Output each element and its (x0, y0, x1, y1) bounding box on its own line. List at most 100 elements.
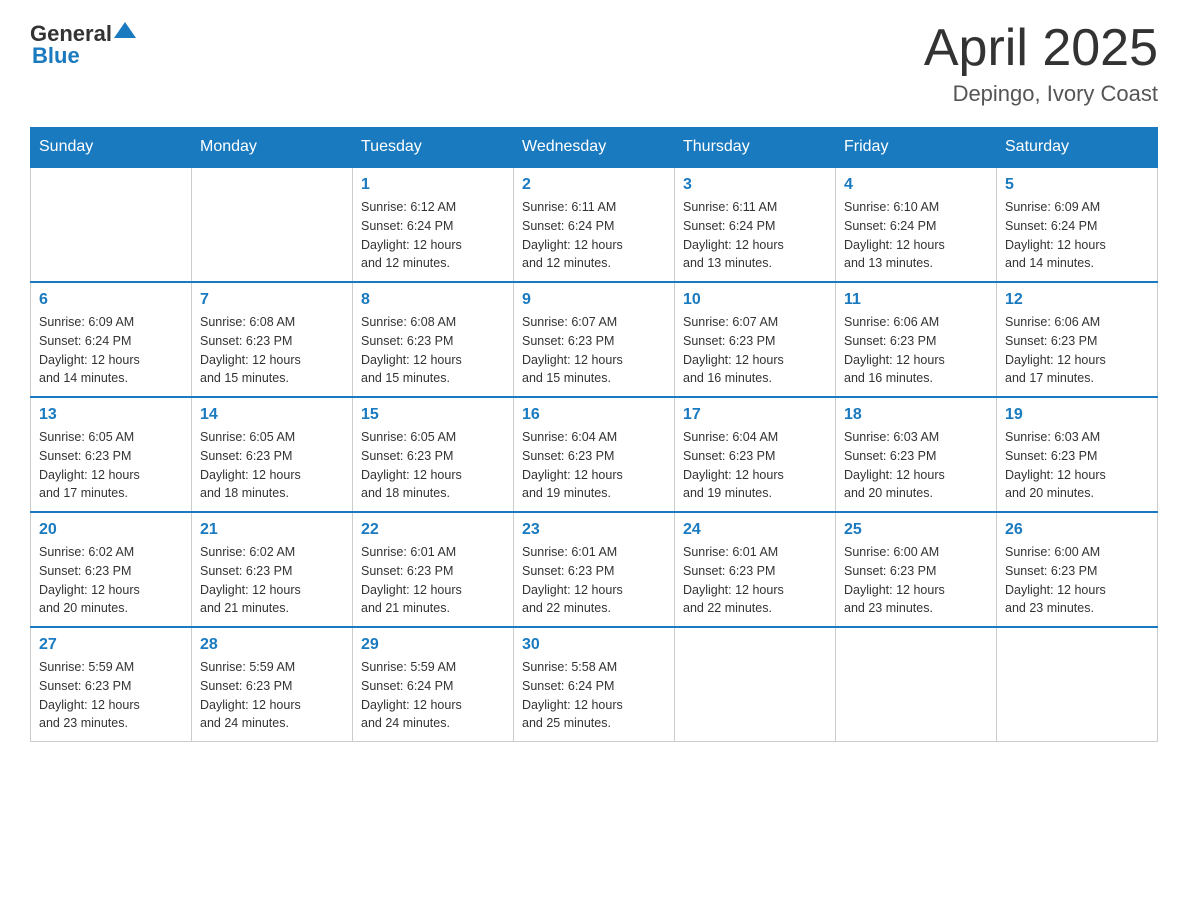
cell-day-number: 16 (522, 406, 666, 424)
cell-info-text: Sunrise: 6:03 AMSunset: 6:23 PMDaylight:… (844, 428, 988, 503)
cell-info-text: Sunrise: 6:08 AMSunset: 6:23 PMDaylight:… (361, 313, 505, 388)
calendar-cell: 16 Sunrise: 6:04 AMSunset: 6:23 PMDayligh… (514, 397, 675, 512)
calendar-cell: 20 Sunrise: 6:02 AMSunset: 6:23 PMDayligh… (31, 512, 192, 627)
calendar-table: SundayMondayTuesdayWednesdayThursdayFrid… (30, 127, 1158, 742)
cell-day-number: 17 (683, 406, 827, 424)
cell-info-text: Sunrise: 5:59 AMSunset: 6:24 PMDaylight:… (361, 658, 505, 733)
cell-info-text: Sunrise: 5:59 AMSunset: 6:23 PMDaylight:… (39, 658, 183, 733)
cell-day-number: 27 (39, 636, 183, 654)
calendar-cell: 30 Sunrise: 5:58 AMSunset: 6:24 PMDayligh… (514, 627, 675, 742)
cell-day-number: 5 (1005, 176, 1149, 194)
cell-day-number: 12 (1005, 291, 1149, 309)
cell-info-text: Sunrise: 5:58 AMSunset: 6:24 PMDaylight:… (522, 658, 666, 733)
calendar-cell (675, 627, 836, 742)
calendar-week-row: 13Sunrise: 6:05 AMSunset: 6:23 PMDayligh… (31, 397, 1158, 512)
cell-info-text: Sunrise: 6:07 AMSunset: 6:23 PMDaylight:… (683, 313, 827, 388)
calendar-cell: 5Sunrise: 6:09 AMSunset: 6:24 PMDaylight… (997, 167, 1158, 282)
cell-info-text: Sunrise: 6:05 AMSunset: 6:23 PMDaylight:… (39, 428, 183, 503)
cell-day-number: 19 (1005, 406, 1149, 424)
cell-info-text: Sunrise: 6:07 AMSunset: 6:23 PMDaylight:… (522, 313, 666, 388)
calendar-cell: 17 Sunrise: 6:04 AMSunset: 6:23 PMDayligh… (675, 397, 836, 512)
cell-day-number: 23 (522, 521, 666, 539)
location: Depingo, Ivory Coast (924, 81, 1158, 107)
cell-info-text: Sunrise: 6:11 AMSunset: 6:24 PMDaylight:… (683, 198, 827, 273)
cell-info-text: Sunrise: 6:12 AMSunset: 6:24 PMDaylight:… (361, 198, 505, 273)
calendar-cell: 27 Sunrise: 5:59 AMSunset: 6:23 PMDayligh… (31, 627, 192, 742)
calendar-cell: 25 Sunrise: 6:00 AMSunset: 6:23 PMDayligh… (836, 512, 997, 627)
cell-day-number: 15 (361, 406, 505, 424)
cell-info-text: Sunrise: 6:00 AMSunset: 6:23 PMDaylight:… (1005, 543, 1149, 618)
page-header: General Blue April 2025 Depingo, Ivory C… (30, 20, 1158, 107)
cell-day-number: 18 (844, 406, 988, 424)
cell-day-number: 14 (200, 406, 344, 424)
cell-day-number: 3 (683, 176, 827, 194)
cell-day-number: 29 (361, 636, 505, 654)
cell-info-text: Sunrise: 6:05 AMSunset: 6:23 PMDaylight:… (361, 428, 505, 503)
calendar-cell: 22Sunrise: 6:01 AMSunset: 6:23 PMDayligh… (353, 512, 514, 627)
cell-day-number: 30 (522, 636, 666, 654)
calendar-cell: 10 Sunrise: 6:07 AMSunset: 6:23 PMDayligh… (675, 282, 836, 397)
cell-info-text: Sunrise: 6:08 AMSunset: 6:23 PMDaylight:… (200, 313, 344, 388)
calendar-cell: 12Sunrise: 6:06 AMSunset: 6:23 PMDayligh… (997, 282, 1158, 397)
cell-info-text: Sunrise: 6:02 AMSunset: 6:23 PMDaylight:… (39, 543, 183, 618)
calendar-header-wednesday: Wednesday (514, 128, 675, 168)
cell-info-text: Sunrise: 6:04 AMSunset: 6:23 PMDaylight:… (683, 428, 827, 503)
calendar-header-row: SundayMondayTuesdayWednesdayThursdayFrid… (31, 128, 1158, 168)
cell-day-number: 1 (361, 176, 505, 194)
calendar-cell: 2 Sunrise: 6:11 AMSunset: 6:24 PMDaylight… (514, 167, 675, 282)
cell-day-number: 20 (39, 521, 183, 539)
calendar-cell: 11 Sunrise: 6:06 AMSunset: 6:23 PMDayligh… (836, 282, 997, 397)
calendar-cell (192, 167, 353, 282)
cell-info-text: Sunrise: 6:00 AMSunset: 6:23 PMDaylight:… (844, 543, 988, 618)
cell-day-number: 2 (522, 176, 666, 194)
cell-info-text: Sunrise: 6:01 AMSunset: 6:23 PMDaylight:… (683, 543, 827, 618)
title-section: April 2025 Depingo, Ivory Coast (924, 20, 1158, 107)
calendar-cell: 19 Sunrise: 6:03 AMSunset: 6:23 PMDayligh… (997, 397, 1158, 512)
calendar-cell (836, 627, 997, 742)
calendar-cell: 23 Sunrise: 6:01 AMSunset: 6:23 PMDayligh… (514, 512, 675, 627)
cell-info-text: Sunrise: 6:01 AMSunset: 6:23 PMDaylight:… (522, 543, 666, 618)
calendar-cell: 7Sunrise: 6:08 AMSunset: 6:23 PMDaylight… (192, 282, 353, 397)
cell-day-number: 28 (200, 636, 344, 654)
calendar-cell: 8Sunrise: 6:08 AMSunset: 6:23 PMDaylight… (353, 282, 514, 397)
cell-info-text: Sunrise: 6:04 AMSunset: 6:23 PMDaylight:… (522, 428, 666, 503)
cell-day-number: 4 (844, 176, 988, 194)
cell-day-number: 24 (683, 521, 827, 539)
calendar-cell: 26 Sunrise: 6:00 AMSunset: 6:23 PMDayligh… (997, 512, 1158, 627)
cell-day-number: 9 (522, 291, 666, 309)
cell-info-text: Sunrise: 5:59 AMSunset: 6:23 PMDaylight:… (200, 658, 344, 733)
calendar-cell: 14 Sunrise: 6:05 AMSunset: 6:23 PMDayligh… (192, 397, 353, 512)
cell-info-text: Sunrise: 6:03 AMSunset: 6:23 PMDaylight:… (1005, 428, 1149, 503)
month-title: April 2025 (924, 20, 1158, 77)
cell-day-number: 25 (844, 521, 988, 539)
calendar-cell: 1 Sunrise: 6:12 AMSunset: 6:24 PMDaylight… (353, 167, 514, 282)
cell-info-text: Sunrise: 6:10 AMSunset: 6:24 PMDaylight:… (844, 198, 988, 273)
calendar-cell: 21Sunrise: 6:02 AMSunset: 6:23 PMDayligh… (192, 512, 353, 627)
cell-info-text: Sunrise: 6:05 AMSunset: 6:23 PMDaylight:… (200, 428, 344, 503)
calendar-cell: 13Sunrise: 6:05 AMSunset: 6:23 PMDayligh… (31, 397, 192, 512)
calendar-header-saturday: Saturday (997, 128, 1158, 168)
calendar-header-monday: Monday (192, 128, 353, 168)
cell-info-text: Sunrise: 6:11 AMSunset: 6:24 PMDaylight:… (522, 198, 666, 273)
calendar-cell: 29 Sunrise: 5:59 AMSunset: 6:24 PMDayligh… (353, 627, 514, 742)
calendar-cell: 6 Sunrise: 6:09 AMSunset: 6:24 PMDaylight… (31, 282, 192, 397)
cell-day-number: 6 (39, 291, 183, 309)
cell-day-number: 10 (683, 291, 827, 309)
calendar-header-tuesday: Tuesday (353, 128, 514, 168)
cell-info-text: Sunrise: 6:06 AMSunset: 6:23 PMDaylight:… (844, 313, 988, 388)
calendar-week-row: 27 Sunrise: 5:59 AMSunset: 6:23 PMDayligh… (31, 627, 1158, 742)
calendar-week-row: 1 Sunrise: 6:12 AMSunset: 6:24 PMDaylight… (31, 167, 1158, 282)
cell-day-number: 11 (844, 291, 988, 309)
calendar-cell: 9 Sunrise: 6:07 AMSunset: 6:23 PMDaylight… (514, 282, 675, 397)
calendar-cell (997, 627, 1158, 742)
logo-triangle-icon (114, 20, 136, 42)
cell-info-text: Sunrise: 6:09 AMSunset: 6:24 PMDaylight:… (39, 313, 183, 388)
logo: General Blue (30, 20, 136, 69)
calendar-cell: 28 Sunrise: 5:59 AMSunset: 6:23 PMDayligh… (192, 627, 353, 742)
calendar-cell: 24 Sunrise: 6:01 AMSunset: 6:23 PMDayligh… (675, 512, 836, 627)
calendar-cell: 18 Sunrise: 6:03 AMSunset: 6:23 PMDayligh… (836, 397, 997, 512)
calendar-header-sunday: Sunday (31, 128, 192, 168)
cell-day-number: 22 (361, 521, 505, 539)
cell-day-number: 26 (1005, 521, 1149, 539)
cell-day-number: 21 (200, 521, 344, 539)
